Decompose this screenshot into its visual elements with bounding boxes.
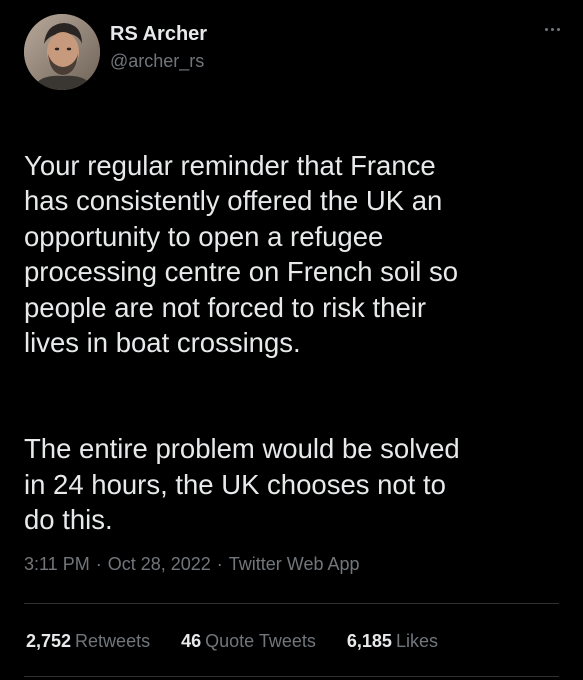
author-names: RS Archer @archer_rs — [110, 22, 207, 74]
tweet-time[interactable]: 3:11 PM — [24, 554, 90, 574]
profile-photo — [24, 14, 100, 90]
more-dots-icon[interactable] — [540, 22, 564, 36]
tweet-stats: 2,752 Retweets 46 Quote Tweets 6,185 Likes — [26, 629, 464, 653]
tweet-paragraph: The entire problem would be solved in 24… — [24, 433, 460, 535]
tweet-meta: 3:11 PM · Oct 28, 2022 · Twitter Web App — [24, 552, 360, 576]
tweet-source[interactable]: Twitter Web App — [229, 554, 360, 574]
author-display-name[interactable]: RS Archer — [110, 22, 207, 46]
tweet-date[interactable]: Oct 28, 2022 — [108, 554, 211, 574]
retweets-count: 2,752 — [26, 631, 72, 651]
retweets-label: Retweets — [75, 631, 151, 651]
meta-separator: · — [216, 554, 223, 574]
tweet-paragraph: Your regular reminder that France has co… — [24, 149, 459, 359]
tweet-header: RS Archer @archer_rs — [24, 14, 564, 90]
author-handle[interactable]: @archer_rs — [110, 48, 207, 74]
likes-count: 6,185 — [346, 631, 392, 651]
divider — [24, 676, 559, 677]
divider — [24, 603, 559, 604]
quote-tweets-stat[interactable]: 46 Quote Tweets — [181, 629, 316, 653]
likes-label: Likes — [395, 631, 438, 651]
tweet-text: Your regular reminder that France has co… — [24, 112, 569, 573]
quote-tweets-label: Quote Tweets — [205, 631, 316, 651]
avatar[interactable] — [24, 14, 100, 90]
quote-tweets-count: 46 — [181, 631, 202, 651]
retweets-stat[interactable]: 2,752 Retweets — [26, 629, 150, 653]
meta-separator: · — [95, 554, 102, 574]
tweet-card: RS Archer @archer_rs Your regular remind… — [0, 0, 583, 680]
likes-stat[interactable]: 6,185 Likes — [347, 629, 438, 653]
